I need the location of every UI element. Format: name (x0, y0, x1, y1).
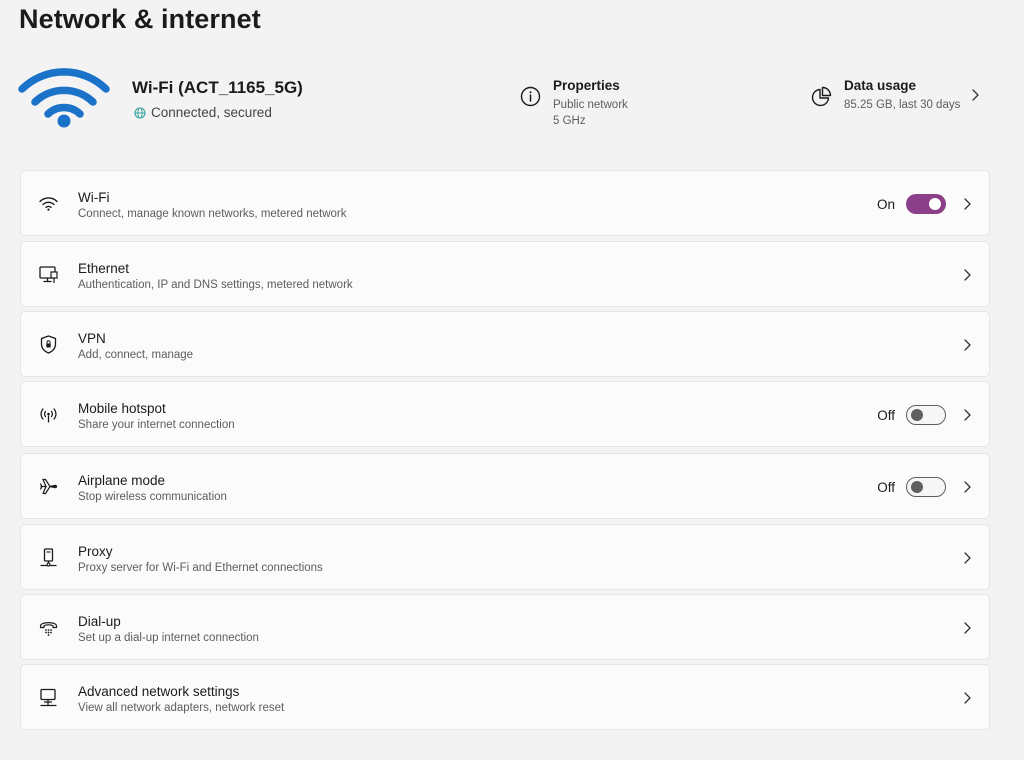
settings-item-subtitle: Set up a dial-up internet connection (78, 632, 259, 644)
settings-item-title: Wi-Fi (78, 190, 110, 205)
toggle-knob (929, 198, 941, 210)
hotspot-icon (40, 408, 57, 423)
settings-item-title: Airplane mode (78, 473, 166, 488)
settings-item-subtitle: Stop wireless communication (78, 491, 227, 503)
settings-item-title: VPN (78, 331, 106, 346)
settings-item-subtitle: Share your internet connection (78, 419, 235, 431)
wifi-toggle[interactable] (906, 194, 946, 214)
info-icon[interactable] (520, 86, 541, 107)
chevron-right-icon[interactable] (961, 197, 973, 211)
hotspot-toggle-label: Off (877, 408, 895, 423)
pie-chart-icon[interactable] (811, 86, 832, 107)
settings-item-wifi[interactable]: Wi-Fi Connect, manage known networks, me… (20, 170, 990, 236)
settings-item-title: Ethernet (78, 261, 130, 276)
airplane-toggle-label: Off (877, 480, 895, 495)
globe-icon (134, 106, 146, 119)
chevron-right-icon[interactable] (961, 268, 973, 282)
settings-item-subtitle: Proxy server for Wi-Fi and Ethernet conn… (78, 562, 323, 574)
wifi-icon (39, 197, 58, 211)
properties-band: 5 GHz (553, 115, 586, 127)
properties-link[interactable]: Properties (553, 78, 620, 93)
settings-item-mobile-hotspot[interactable]: Mobile hotspot Share your internet conne… (20, 381, 990, 447)
shield-icon (40, 335, 57, 354)
settings-item-vpn[interactable]: VPN Add, connect, manage (20, 311, 990, 377)
wifi-toggle-label: On (876, 197, 895, 212)
airplane-mode-toggle[interactable] (906, 477, 946, 497)
settings-item-dial-up[interactable]: Dial-up Set up a dial-up internet connec… (20, 594, 990, 660)
settings-item-advanced-network[interactable]: Advanced network settings View all netwo… (20, 664, 990, 730)
computer-network-icon (40, 688, 57, 707)
toggle-knob (910, 409, 923, 421)
dialup-icon (39, 622, 58, 636)
settings-item-subtitle: View all network adapters, network reset (78, 702, 285, 714)
chevron-right-icon[interactable] (961, 691, 973, 705)
wifi-connected-icon (18, 68, 110, 128)
proxy-icon (40, 548, 57, 567)
chevron-right-icon[interactable] (961, 408, 973, 422)
toggle-knob (910, 481, 923, 493)
ethernet-icon (39, 266, 58, 283)
chevron-right-icon[interactable] (961, 480, 973, 494)
settings-item-subtitle: Add, connect, manage (78, 349, 194, 361)
settings-item-proxy[interactable]: Proxy Proxy server for Wi-Fi and Etherne… (20, 524, 990, 590)
settings-item-title: Proxy (78, 544, 113, 559)
page-title: Network & internet (19, 4, 261, 34)
data-usage-link[interactable]: Data usage (844, 78, 916, 93)
settings-item-title: Dial-up (78, 614, 121, 629)
chevron-right-icon[interactable] (961, 621, 973, 635)
connection-status-text: Connected, secured (151, 105, 272, 120)
chevron-right-icon[interactable] (969, 88, 981, 102)
data-usage-detail: 85.25 GB, last 30 days (844, 99, 961, 111)
chevron-right-icon[interactable] (961, 551, 973, 565)
settings-item-title: Mobile hotspot (78, 401, 166, 416)
connection-status: Connected, secured (134, 105, 272, 120)
airplane-icon (39, 478, 58, 495)
properties-network-type: Public network (553, 99, 628, 111)
settings-item-subtitle: Connect, manage known networks, metered … (78, 208, 347, 220)
settings-item-title: Advanced network settings (78, 684, 240, 699)
connected-network-name: Wi-Fi (ACT_1165_5G) (132, 78, 303, 97)
settings-item-airplane-mode[interactable]: Airplane mode Stop wireless communicatio… (20, 453, 990, 519)
hotspot-toggle[interactable] (906, 405, 946, 425)
settings-item-ethernet[interactable]: Ethernet Authentication, IP and DNS sett… (20, 241, 990, 307)
settings-item-subtitle: Authentication, IP and DNS settings, met… (78, 279, 353, 291)
chevron-right-icon[interactable] (961, 338, 973, 352)
